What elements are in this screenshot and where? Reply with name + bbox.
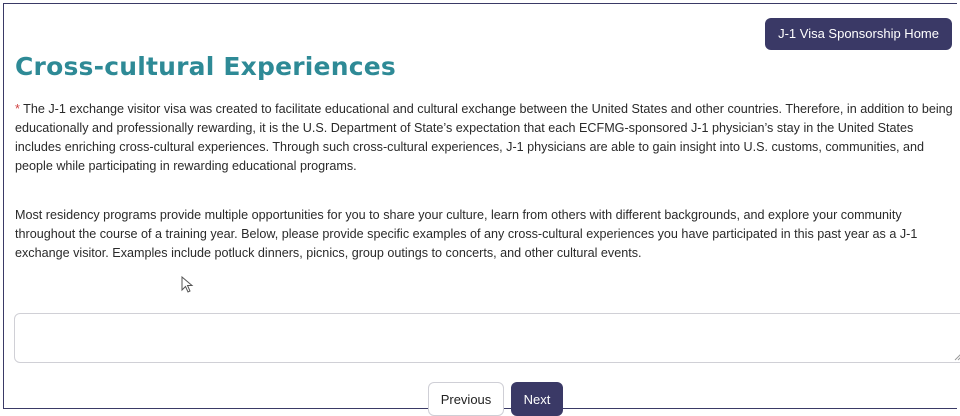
next-button[interactable]: Next	[511, 382, 563, 416]
sponsorship-home-button[interactable]: J-1 Visa Sponsorship Home	[765, 18, 952, 50]
previous-button[interactable]: Previous	[428, 382, 504, 416]
page-frame: J-1 Visa Sponsorship Home Cross-cultural…	[3, 3, 960, 416]
resize-grip-icon[interactable]	[954, 353, 960, 361]
mouse-pointer-icon	[181, 276, 194, 293]
intro-paragraph: * The J-1 exchange visitor visa was crea…	[15, 100, 960, 176]
instruction-paragraph: Most residency programs provide multiple…	[15, 208, 918, 260]
intro-text: The J-1 exchange visitor visa was create…	[15, 102, 953, 173]
cross-cultural-experiences-input[interactable]	[14, 313, 960, 363]
page-title: Cross-cultural Experiences	[15, 52, 396, 81]
